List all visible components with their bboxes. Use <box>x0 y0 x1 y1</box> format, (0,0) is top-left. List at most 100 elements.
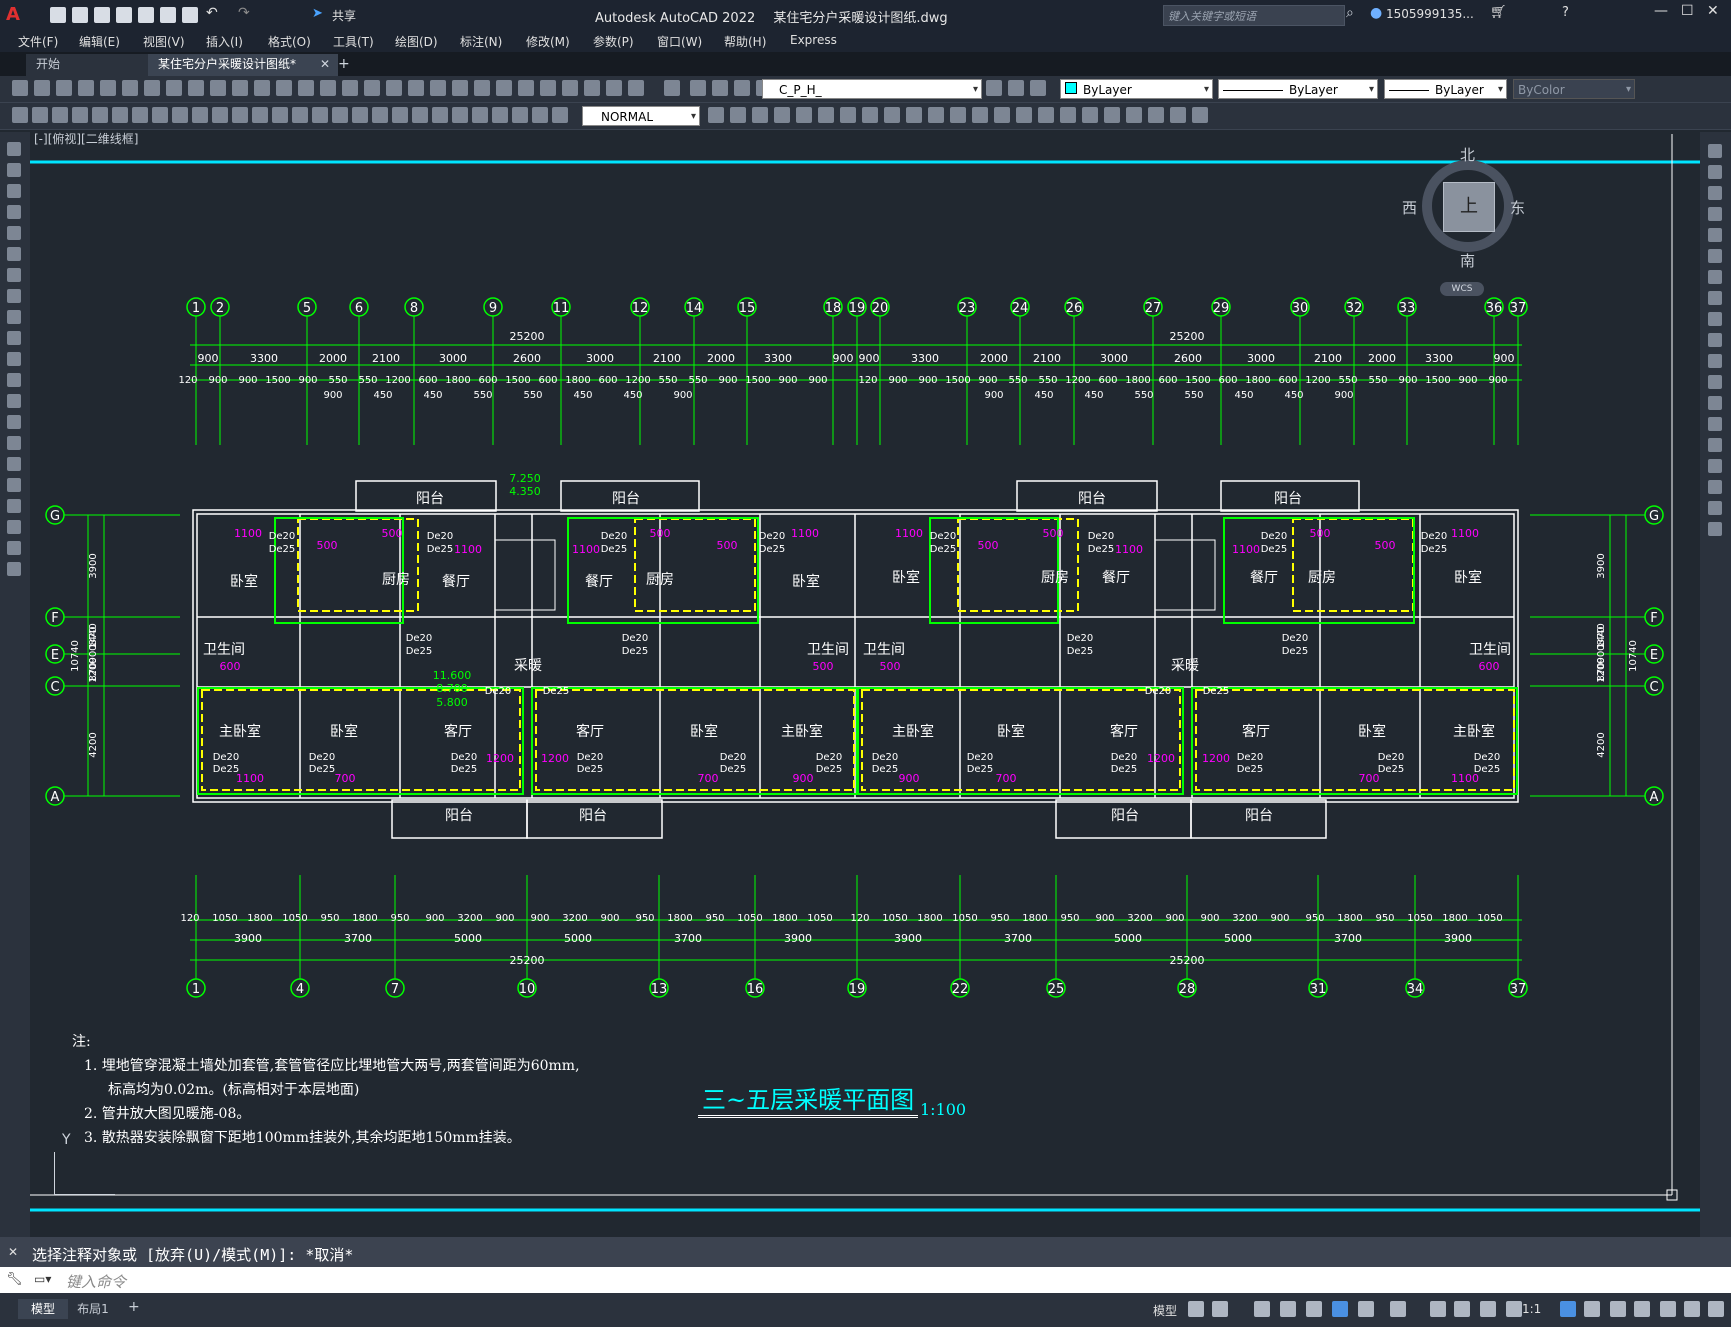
status-toggle-icon-10[interactable] <box>1480 1301 1496 1317</box>
draw-tool-icon-19[interactable] <box>7 541 21 555</box>
dim-icon-25[interactable] <box>512 107 528 123</box>
status-toggle-icon-8[interactable] <box>1430 1301 1446 1317</box>
dim-icon-8[interactable] <box>172 107 188 123</box>
dim-icon-43[interactable] <box>1038 107 1054 123</box>
search-input[interactable]: 键入关键字或短语 <box>1168 8 1256 24</box>
draw-tool-icon-5[interactable] <box>7 247 21 261</box>
dim-icon-44[interactable] <box>1060 107 1076 123</box>
redo-icon[interactable]: ↷ <box>238 5 250 21</box>
draw-tool-icon-8[interactable] <box>7 310 21 324</box>
dim-icon-39[interactable] <box>950 107 966 123</box>
status-toggle-icon-14[interactable] <box>1610 1301 1626 1317</box>
modify-tool-icon-7[interactable] <box>1708 291 1722 305</box>
dim-icon-20[interactable] <box>412 107 428 123</box>
open-icon[interactable] <box>72 7 88 23</box>
annotation-scale[interactable]: 1:1 <box>1522 1302 1541 1316</box>
dim-icon-4[interactable] <box>92 107 108 123</box>
help-icon[interactable]: ? <box>1562 5 1569 20</box>
dim-icon-19[interactable] <box>392 107 408 123</box>
dim-icon-16[interactable] <box>332 107 348 123</box>
wcs-button[interactable]: WCS <box>1440 282 1484 296</box>
user-icon[interactable]: ● <box>1370 5 1382 21</box>
dim-icon-35[interactable] <box>862 107 878 123</box>
textstyle-dropdown[interactable]: NORMAL ▾ <box>582 106 700 126</box>
menu-item-11[interactable]: 帮助(H) <box>724 33 766 50</box>
menu-item-6[interactable]: 绘图(D) <box>395 33 438 50</box>
modify-tool-icon-2[interactable] <box>1708 186 1722 200</box>
standard-icon-25[interactable] <box>562 80 578 96</box>
dim-icon-1[interactable] <box>32 107 48 123</box>
dim-icon-33[interactable] <box>818 107 834 123</box>
draw-tool-icon-11[interactable] <box>7 373 21 387</box>
dim-icon-41[interactable] <box>994 107 1010 123</box>
modify-tool-icon-16[interactable] <box>1708 480 1722 494</box>
new-icon[interactable] <box>50 7 66 23</box>
modify-tool-icon-12[interactable] <box>1708 396 1722 410</box>
dim-icon-38[interactable] <box>928 107 944 123</box>
dim-icon-15[interactable] <box>312 107 328 123</box>
status-toggle-icon-4[interactable] <box>1306 1301 1322 1317</box>
menu-item-5[interactable]: 工具(T) <box>333 33 374 50</box>
menu-item-8[interactable]: 修改(M) <box>526 33 570 50</box>
maximize-icon[interactable]: ☐ <box>1681 3 1694 19</box>
draw-tool-icon-7[interactable] <box>7 289 21 303</box>
dim-icon-0[interactable] <box>12 107 28 123</box>
dim-icon-27[interactable] <box>552 107 568 123</box>
standard-icon-34[interactable] <box>986 80 1002 96</box>
viewcube-face[interactable]: 上 <box>1443 182 1495 232</box>
modify-tool-icon-18[interactable] <box>1708 522 1722 536</box>
open-web-icon[interactable] <box>138 7 154 23</box>
dim-icon-3[interactable] <box>72 107 88 123</box>
draw-tool-icon-15[interactable] <box>7 457 21 471</box>
modify-tool-icon-11[interactable] <box>1708 375 1722 389</box>
share-icon[interactable]: ➤ <box>312 6 323 21</box>
layout-tab-layout1[interactable]: 布局1 <box>68 1299 118 1319</box>
menu-item-3[interactable]: 插入(I) <box>206 33 243 50</box>
standard-icon-30[interactable] <box>690 80 706 96</box>
standard-icon-2[interactable] <box>56 80 72 96</box>
standard-icon-4[interactable] <box>100 80 116 96</box>
dim-icon-12[interactable] <box>252 107 268 123</box>
standard-icon-26[interactable] <box>584 80 600 96</box>
dim-icon-17[interactable] <box>352 107 368 123</box>
status-toggle-icon-12[interactable] <box>1560 1301 1576 1317</box>
standard-icon-32[interactable] <box>734 80 750 96</box>
draw-tool-icon-0[interactable] <box>7 142 21 156</box>
standard-icon-28[interactable] <box>628 80 644 96</box>
standard-icon-5[interactable] <box>122 80 138 96</box>
dim-icon-10[interactable] <box>212 107 228 123</box>
modify-tool-icon-17[interactable] <box>1708 501 1722 515</box>
status-toggle-icon-16[interactable] <box>1660 1301 1676 1317</box>
standard-icon-3[interactable] <box>78 80 94 96</box>
new-tab-button[interactable]: + <box>338 56 350 72</box>
save-web-icon[interactable] <box>160 7 176 23</box>
status-toggle-icon-13[interactable] <box>1584 1301 1600 1317</box>
standard-icon-27[interactable] <box>606 80 622 96</box>
status-toggle-icon-3[interactable] <box>1280 1301 1296 1317</box>
lineweight-dropdown[interactable]: ByLayer ▾ <box>1384 79 1507 99</box>
dim-icon-11[interactable] <box>232 107 248 123</box>
modify-tool-icon-8[interactable] <box>1708 312 1722 326</box>
dim-icon-30[interactable] <box>752 107 768 123</box>
standard-icon-0[interactable] <box>12 80 28 96</box>
user-name[interactable]: 1505999135... <box>1386 7 1474 21</box>
status-toggle-icon-6[interactable] <box>1358 1301 1374 1317</box>
tab-drawing[interactable]: 某住宅分户采暖设计图纸* ✕ <box>148 54 338 76</box>
dim-icon-32[interactable] <box>796 107 812 123</box>
dim-icon-5[interactable] <box>112 107 128 123</box>
status-toggle-icon-18[interactable] <box>1708 1301 1724 1317</box>
dim-icon-7[interactable] <box>152 107 168 123</box>
menu-item-12[interactable]: Express <box>790 33 837 47</box>
compass-east[interactable]: 东 <box>1510 197 1525 218</box>
status-toggle-icon-11[interactable] <box>1506 1301 1522 1317</box>
dim-icon-2[interactable] <box>52 107 68 123</box>
modify-tool-icon-13[interactable] <box>1708 417 1722 431</box>
dim-icon-26[interactable] <box>532 107 548 123</box>
search-icon[interactable]: ⌕ <box>1346 5 1354 21</box>
modify-tool-icon-14[interactable] <box>1708 438 1722 452</box>
standard-icon-6[interactable] <box>144 80 160 96</box>
standard-icon-22[interactable] <box>496 80 512 96</box>
status-toggle-icon-15[interactable] <box>1634 1301 1650 1317</box>
standard-icon-12[interactable] <box>276 80 292 96</box>
plot-icon[interactable] <box>182 7 198 23</box>
